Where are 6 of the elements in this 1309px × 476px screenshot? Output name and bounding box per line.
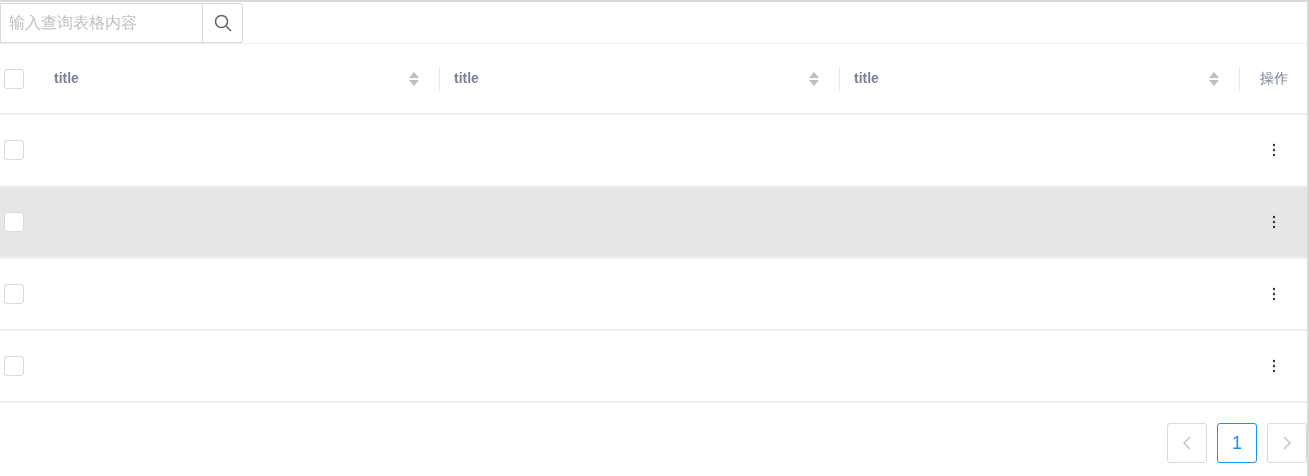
search-field[interactable]: 输入查询表格内容 xyxy=(0,3,203,43)
column-header: title xyxy=(854,69,879,88)
page-button[interactable]: 1 xyxy=(1217,423,1257,463)
column-header: title xyxy=(454,69,479,88)
column-header: title xyxy=(54,69,79,88)
column-header: 操作 xyxy=(1259,69,1288,88)
